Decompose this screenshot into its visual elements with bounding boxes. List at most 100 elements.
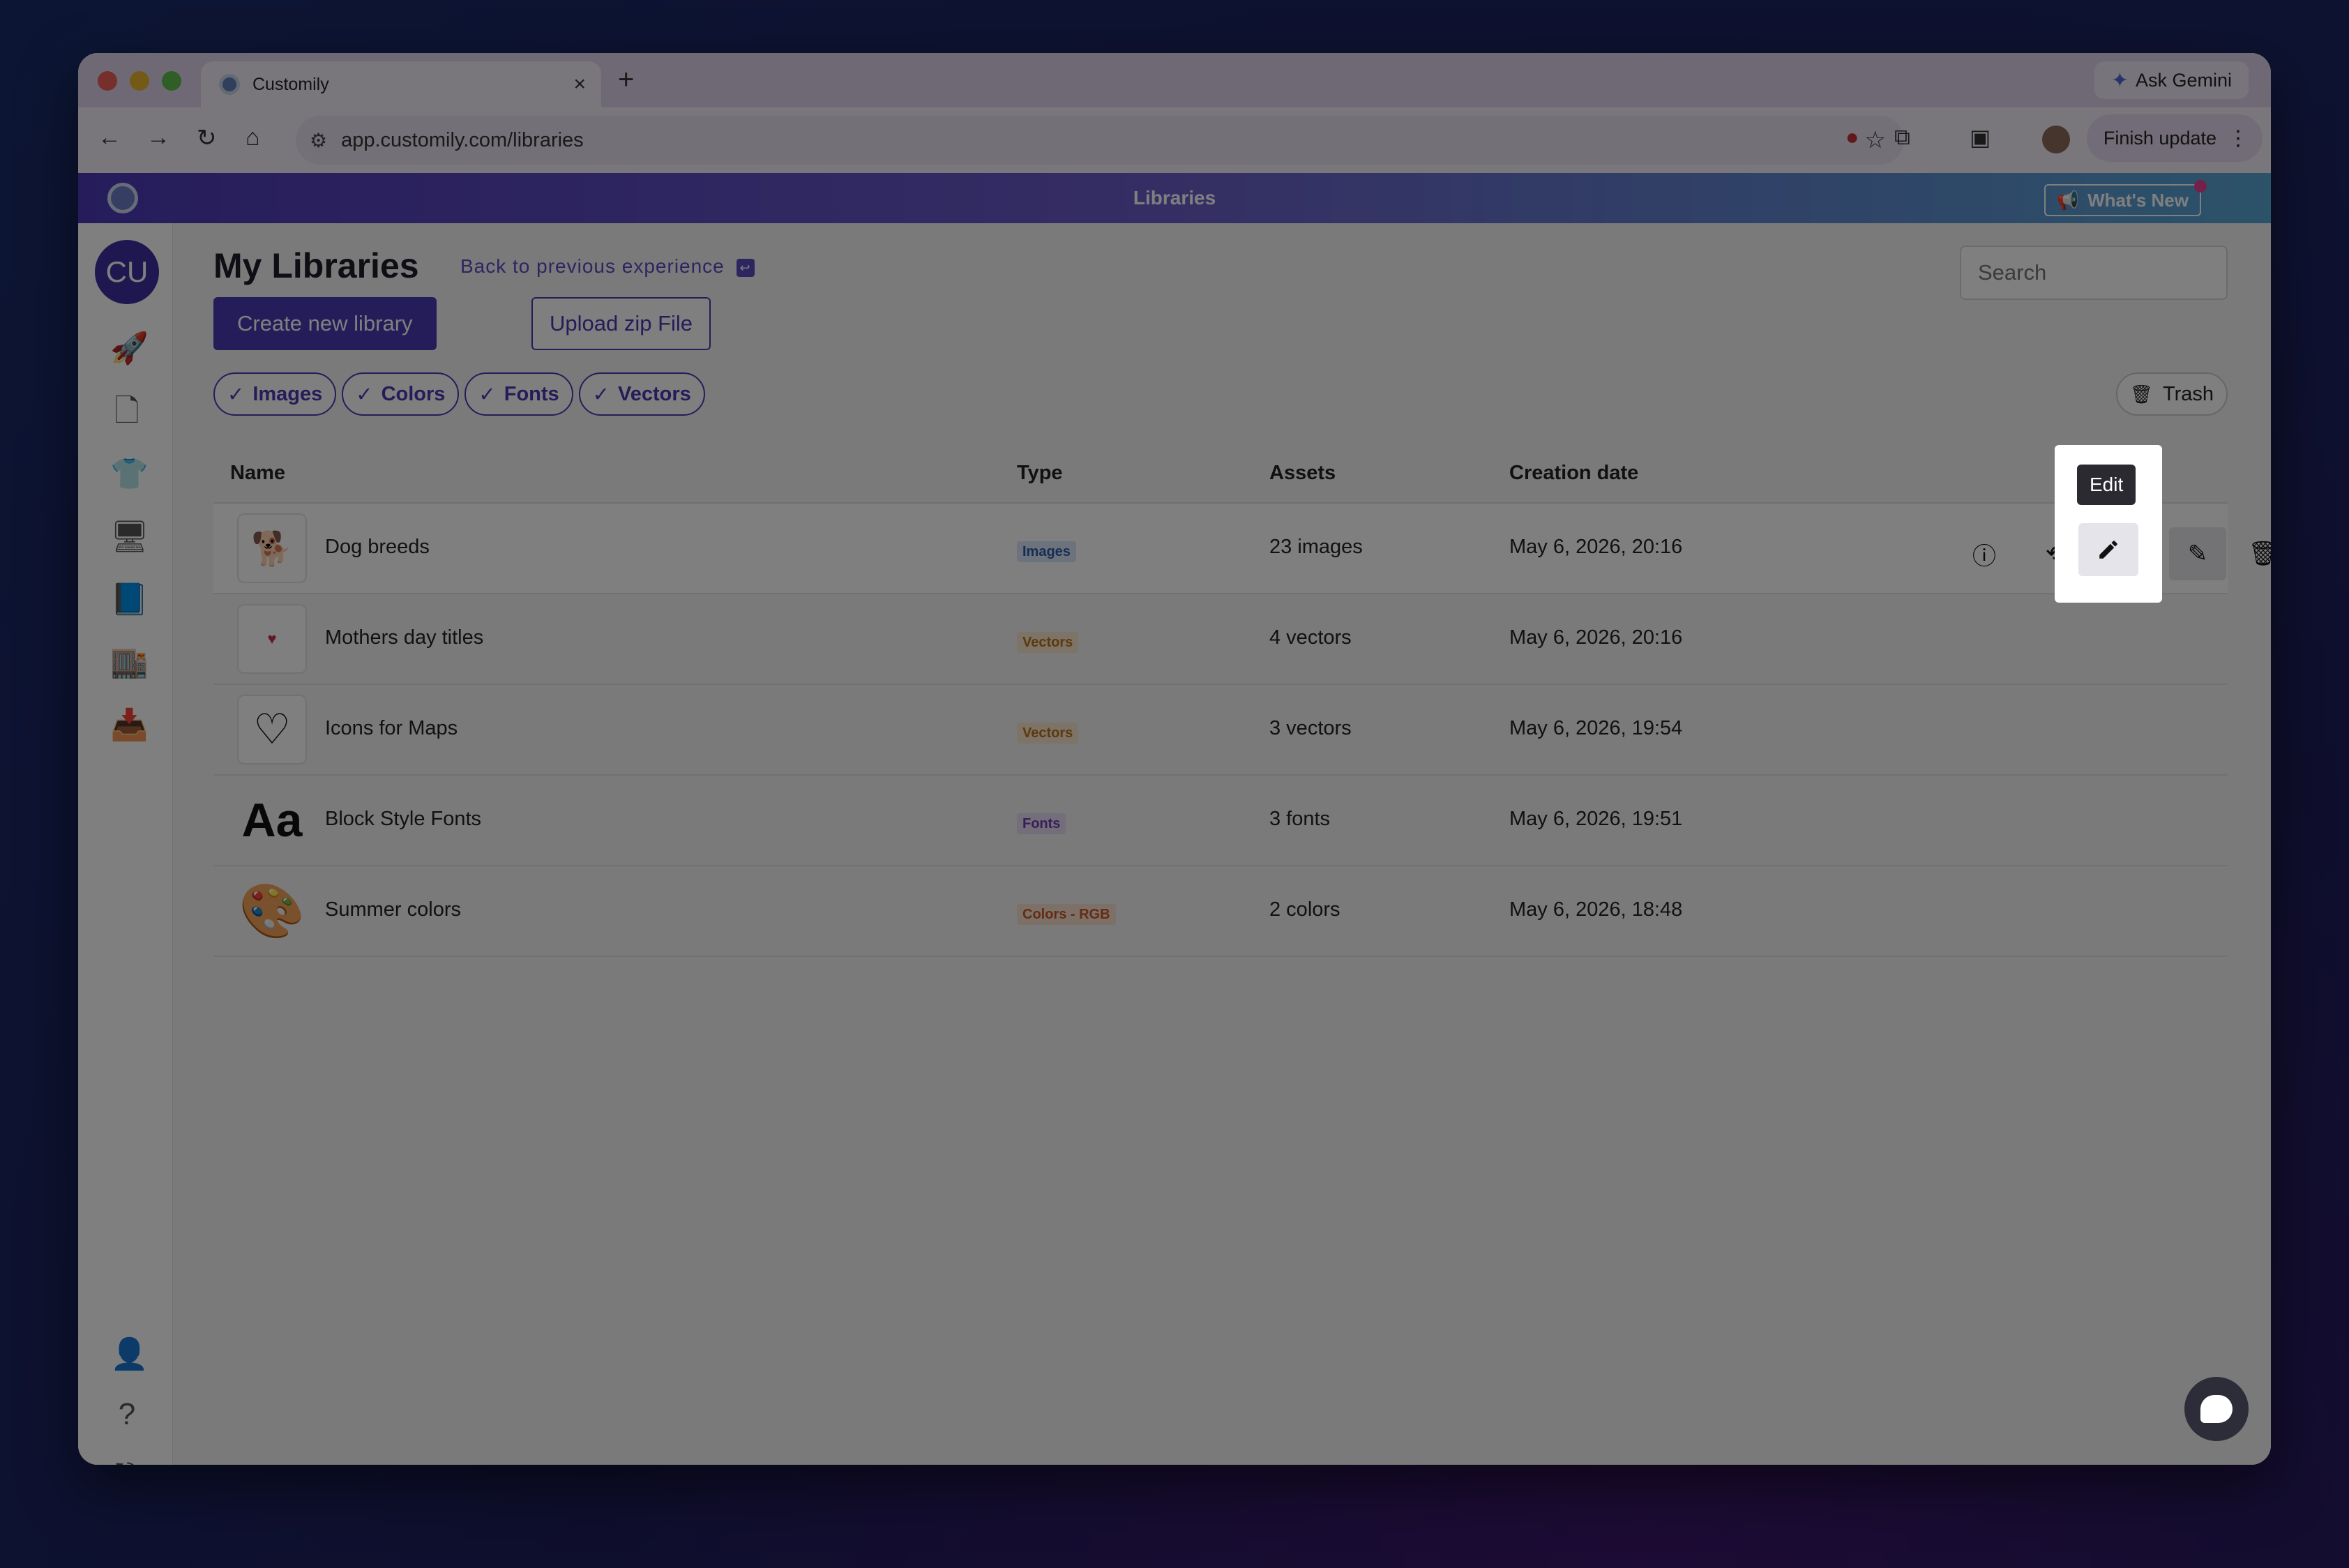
filter-label: Colors: [381, 382, 446, 405]
palette-thumbnail-icon: 🎨: [239, 882, 305, 941]
rocket-icon[interactable]: 🚀: [110, 331, 149, 367]
vector-thumbnail-icon: ♥: [237, 604, 307, 674]
notification-dot: [2194, 180, 2207, 193]
tab-title: Customily: [252, 74, 329, 94]
user-settings-icon[interactable]: 👤: [110, 1336, 149, 1373]
filter-chip-colors[interactable]: ✓ Colors: [342, 372, 460, 416]
assets-count: 4 vectors: [1269, 626, 1352, 649]
url-text[interactable]: app.customily.com/libraries: [341, 129, 1864, 152]
font-thumbnail: Aa: [241, 794, 303, 847]
finish-update-label: Finish update: [2103, 127, 2216, 149]
filter-label: Images: [252, 382, 323, 405]
header-type[interactable]: Type: [1017, 462, 1063, 485]
browser-window: Customily × + ✦ Ask Gemini ← → ↻ ⌂ ⚙ app…: [78, 53, 2271, 1465]
library-name[interactable]: Dog breeds: [325, 536, 430, 559]
table-row[interactable]: ♡ Icons for Maps Vectors 3 vectors May 6…: [213, 685, 2228, 776]
library-name[interactable]: Icons for Maps: [325, 717, 458, 740]
minimize-window-button[interactable]: [130, 71, 149, 91]
reload-icon[interactable]: ↻: [197, 124, 217, 152]
table-row[interactable]: Aa Block Style Fonts Fonts 3 fonts May 6…: [213, 776, 2228, 866]
check-icon: ✓: [592, 383, 610, 406]
browser-tab[interactable]: Customily ×: [201, 61, 601, 107]
ask-gemini-label: Ask Gemini: [2135, 69, 2232, 91]
creation-date: May 6, 2026, 19:54: [1509, 717, 1683, 739]
home-icon[interactable]: ⌂: [246, 124, 260, 151]
tab-strip: Customily × + ✦ Ask Gemini: [78, 53, 2271, 107]
creation-date: May 6, 2026, 19:51: [1509, 808, 1683, 830]
profile-avatar[interactable]: [2042, 126, 2070, 153]
return-icon: ↩: [736, 258, 755, 277]
back-arrow-icon[interactable]: ←: [98, 124, 121, 151]
type-badge: Fonts: [1017, 813, 1066, 834]
table-row[interactable]: 🎨 Summer colors Colors - RGB 2 colors Ma…: [213, 866, 2228, 957]
table-row[interactable]: 🐕 Dog breeds Images 23 images May 6, 202…: [213, 504, 2271, 594]
ask-gemini-button[interactable]: ✦ Ask Gemini: [2094, 61, 2249, 99]
more-menu-icon[interactable]: ⋮: [2228, 126, 2249, 151]
filter-chip-images[interactable]: ✓ Images: [213, 372, 337, 416]
library-name[interactable]: Mothers day titles: [325, 626, 483, 649]
maximize-window-button[interactable]: [162, 71, 181, 91]
trash-button[interactable]: 🗑 Trash: [2115, 372, 2228, 416]
store-icon[interactable]: 🏬: [110, 644, 149, 681]
app-header: Libraries 📢 What's New: [78, 173, 2271, 223]
tab-search-icon[interactable]: ▣: [1970, 124, 1991, 151]
library-name[interactable]: Block Style Fonts: [325, 808, 481, 831]
web-content: Libraries 📢 What's New CU 🚀 🗋 👕 🖥 📘 🏬 📥 …: [78, 173, 2271, 1465]
user-avatar[interactable]: CU: [95, 240, 159, 304]
edit-tooltip: Edit: [2077, 465, 2136, 505]
finish-update-button[interactable]: Finish update ⋮: [2086, 114, 2263, 162]
tshirt-icon[interactable]: 👕: [110, 456, 149, 492]
bookmark-star-icon[interactable]: ☆: [1865, 126, 1886, 154]
logout-icon[interactable]: ⎋: [110, 1456, 144, 1465]
new-tab-button[interactable]: +: [618, 64, 634, 96]
extension-icon[interactable]: ●: [1845, 124, 1859, 150]
heart-thumbnail-icon: ♡: [237, 695, 307, 764]
forward-arrow-icon[interactable]: →: [146, 124, 170, 151]
delete-trash-icon[interactable]: 🗑: [2235, 527, 2271, 580]
assets-count: 23 images: [1269, 536, 1363, 558]
trash-label: Trash: [2162, 382, 2214, 405]
header-creation-date[interactable]: Creation date: [1509, 462, 1638, 485]
assets-count: 3 vectors: [1269, 717, 1352, 739]
chat-support-button[interactable]: [2184, 1377, 2249, 1441]
extensions-puzzle-icon[interactable]: ⧉: [1894, 124, 1910, 151]
whats-new-button[interactable]: 📢 What's New: [2044, 180, 2207, 216]
back-to-previous-link[interactable]: Back to previous experience ↩: [460, 255, 755, 278]
filter-chips: ✓ Images ✓ Colors ✓ Fonts ✓ Vectors: [213, 372, 705, 416]
page-heading: My Libraries: [213, 246, 419, 285]
create-library-button[interactable]: Create new library: [213, 297, 437, 350]
library-book-icon[interactable]: 📘: [110, 582, 149, 618]
close-window-button[interactable]: [98, 71, 117, 91]
gemini-icon: ✦: [2110, 68, 2129, 92]
edit-spotlight: Edit: [2055, 445, 2162, 603]
upload-zip-button[interactable]: Upload zip File: [531, 297, 711, 350]
libraries-table: Name Type Assets Creation date 🐕 Dog bre…: [213, 444, 2271, 957]
filter-chip-fonts[interactable]: ✓ Fonts: [464, 372, 573, 416]
site-settings-icon[interactable]: ⚙: [310, 129, 327, 152]
creation-date: May 6, 2026, 20:16: [1509, 536, 1683, 558]
trash-icon: 🗑: [2129, 383, 2153, 405]
display-icon[interactable]: 🖥: [110, 519, 149, 555]
filter-chip-vectors[interactable]: ✓ Vectors: [578, 372, 705, 416]
type-badge: Vectors: [1017, 723, 1079, 744]
assets-count: 3 fonts: [1269, 808, 1331, 830]
header-assets[interactable]: Assets: [1269, 462, 1336, 485]
type-badge: Colors - RGB: [1017, 904, 1116, 925]
browser-toolbar: ← → ↻ ⌂ ⚙ app.customily.com/libraries ☆ …: [78, 107, 2271, 173]
library-name[interactable]: Summer colors: [325, 898, 461, 921]
filter-label: Vectors: [617, 382, 691, 405]
document-icon[interactable]: 🗋: [110, 393, 144, 430]
help-icon[interactable]: ?: [110, 1396, 144, 1433]
tab-close-icon[interactable]: ×: [573, 73, 586, 96]
info-icon[interactable]: ⓘ: [1956, 527, 2013, 580]
header-name[interactable]: Name: [230, 462, 285, 485]
edit-pencil-icon[interactable]: ✎: [2169, 527, 2226, 580]
table-row[interactable]: ♥ Mothers day titles Vectors 4 vectors M…: [213, 594, 2228, 685]
search-input[interactable]: [1960, 246, 2228, 300]
assets-count: 2 colors: [1269, 898, 1340, 921]
inbox-icon[interactable]: 📥: [110, 707, 149, 744]
edit-button[interactable]: [2078, 523, 2138, 576]
pencil-icon: [2099, 541, 2117, 559]
main-panel: My Libraries Back to previous experience…: [173, 223, 2271, 1465]
address-bar[interactable]: ⚙ app.customily.com/libraries ☆: [296, 116, 1904, 165]
